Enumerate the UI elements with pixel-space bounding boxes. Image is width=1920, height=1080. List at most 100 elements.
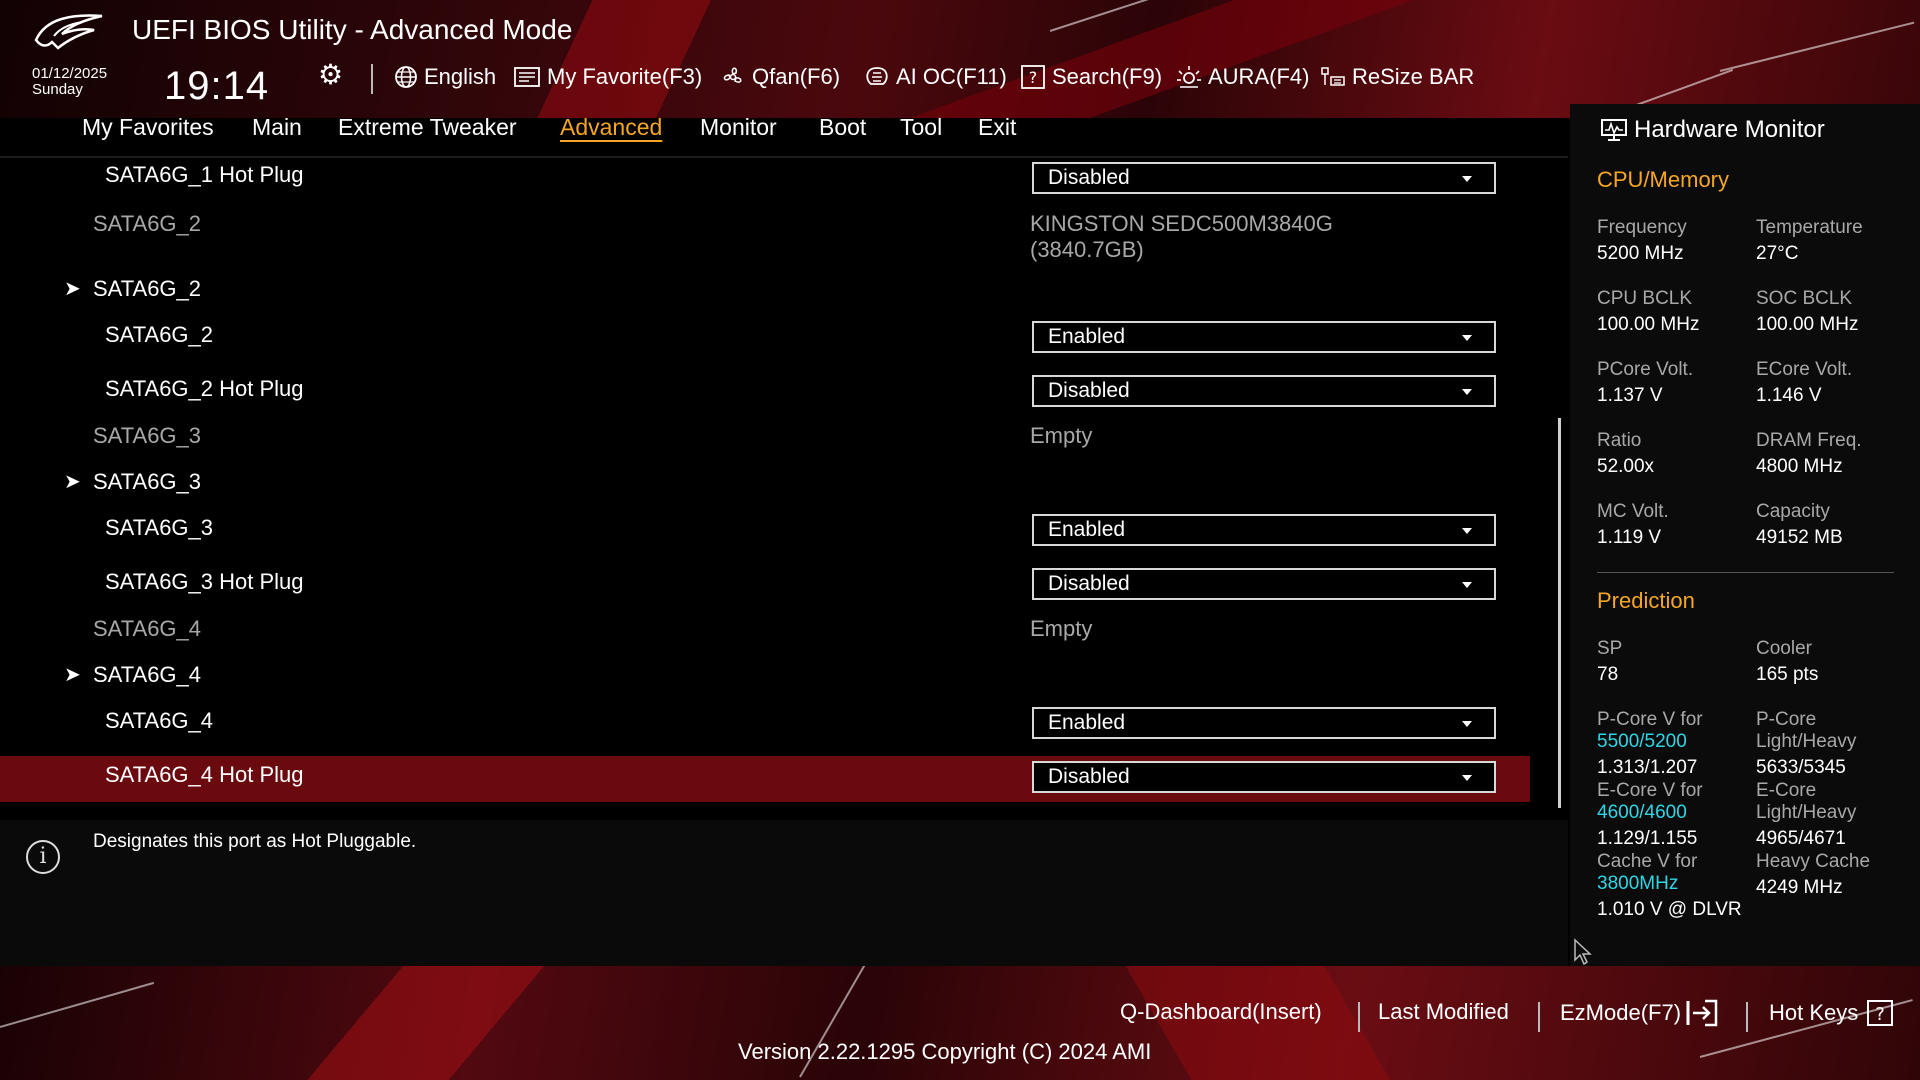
expand-arrow-icon: ➤ <box>64 278 81 300</box>
ecore-v-freq: 4600/4600 <box>1597 802 1687 823</box>
ecore-volt-label: ECore Volt. <box>1756 359 1853 380</box>
ezmode-label: EzMode(F7) <box>1560 1000 1682 1025</box>
clock-display[interactable]: 19:14 <box>164 64 269 109</box>
sata3-group-label[interactable]: SATA6G_3 <box>93 469 201 495</box>
ai-oc-label: AI OC(F11) <box>896 64 1007 89</box>
prediction-section-title: Prediction <box>1597 588 1695 613</box>
footer-divider <box>1746 1002 1748 1032</box>
sata4-info-label: SATA6G_4 <box>93 616 202 641</box>
my-favorite-button[interactable]: My Favorite(F3) <box>513 62 702 92</box>
sp-label: SP <box>1597 638 1623 659</box>
sata2-port-label[interactable]: SATA6G_2 <box>105 322 213 348</box>
sata4-group-label[interactable]: SATA6G_4 <box>93 662 201 688</box>
sata3-port-dropdown[interactable]: Enabled <box>1032 514 1496 546</box>
sata2-group-label[interactable]: SATA6G_2 <box>93 276 201 302</box>
ecore-v-label: E-Core V for <box>1597 780 1703 801</box>
svg-text:?: ? <box>1875 1004 1885 1025</box>
footer-divider <box>1358 1002 1360 1032</box>
search-button[interactable]: ? Search(F9) <box>1020 62 1162 92</box>
soc-bclk-value: 100.00 MHz <box>1756 314 1859 335</box>
ecore-volt-value: 1.146 V <box>1756 385 1822 406</box>
tab-main[interactable]: Main <box>252 114 302 141</box>
capacity-label: Capacity <box>1756 501 1830 522</box>
sata1-hotplug-dropdown[interactable]: Disabled <box>1032 162 1496 194</box>
ecore-v-value: 1.129/1.155 <box>1597 828 1698 849</box>
dropdown-value: Enabled <box>1048 518 1126 541</box>
dropdown-value: Disabled <box>1048 572 1130 595</box>
ratio-value: 52.00x <box>1597 456 1655 477</box>
sata3-info-label: SATA6G_3 <box>93 423 202 448</box>
ai-oc-button[interactable]: AI OC(F11) <box>864 62 1007 92</box>
cooler-value: 165 pts <box>1756 664 1819 685</box>
sata3-hotplug-dropdown[interactable]: Disabled <box>1032 568 1496 600</box>
expand-arrow-icon: ➤ <box>64 664 81 686</box>
dropdown-value: Enabled <box>1048 711 1126 734</box>
cache-v-freq: 3800MHz <box>1597 873 1679 894</box>
ecore-lh-label1: E-Core <box>1756 780 1817 801</box>
sata4-hotplug-label[interactable]: SATA6G_4 Hot Plug <box>105 762 304 788</box>
sata2-hotplug-dropdown[interactable]: Disabled <box>1032 375 1496 407</box>
language-label: English <box>424 64 497 89</box>
last-modified-button[interactable]: Last Modified <box>1378 999 1509 1025</box>
capacity-value: 49152 MB <box>1756 527 1843 548</box>
toolbar-divider <box>371 64 373 94</box>
caret-down-icon <box>1462 775 1472 781</box>
sata4-port-dropdown[interactable]: Enabled <box>1032 707 1496 739</box>
aura-label: AURA(F4) <box>1208 64 1310 89</box>
scrollbar[interactable] <box>1558 418 1561 808</box>
search-question-icon: ? <box>1020 64 1046 90</box>
sata4-hotplug-dropdown[interactable]: Disabled <box>1032 761 1496 793</box>
pcore-v-value: 1.313/1.207 <box>1597 757 1698 778</box>
tab-advanced[interactable]: Advanced <box>560 114 662 141</box>
search-label: Search(F9) <box>1052 64 1163 89</box>
sata2-port-dropdown[interactable]: Enabled <box>1032 321 1496 353</box>
hardware-monitor-title: Hardware Monitor <box>1634 116 1825 143</box>
ezmode-button[interactable]: EzMode(F7) <box>1560 999 1719 1027</box>
sata1-hotplug-label[interactable]: SATA6G_1 Hot Plug <box>105 162 304 188</box>
temperature-value: 27°C <box>1756 243 1799 264</box>
ecore-lh-label2: Light/Heavy <box>1756 802 1857 823</box>
app-title: UEFI BIOS Utility - Advanced Mode <box>132 14 573 45</box>
tab-exit[interactable]: Exit <box>978 114 1016 141</box>
sata2-hotplug-label[interactable]: SATA6G_2 Hot Plug <box>105 376 304 402</box>
tab-extreme-tweaker[interactable]: Extreme Tweaker <box>338 114 517 141</box>
soc-bclk-label: SOC BCLK <box>1756 288 1853 309</box>
tab-tool[interactable]: Tool <box>900 114 942 141</box>
cpu-memory-section-title: CPU/Memory <box>1597 167 1730 192</box>
sata3-port-label[interactable]: SATA6G_3 <box>105 515 213 541</box>
globe-icon <box>394 65 418 89</box>
heavy-cache-value: 4249 MHz <box>1756 877 1843 898</box>
mc-volt-label: MC Volt. <box>1597 501 1669 522</box>
tab-my-favorites[interactable]: My Favorites <box>82 114 214 141</box>
date-display: 01/12/2025 Sunday <box>32 66 107 98</box>
rog-logo-icon <box>34 14 103 50</box>
day-text: Sunday <box>32 81 83 98</box>
favorite-icon <box>513 65 541 89</box>
gear-icon[interactable]: ⚙ <box>318 58 343 91</box>
pcore-v-freq: 5500/5200 <box>1597 731 1687 752</box>
my-favorite-label: My Favorite(F3) <box>547 64 703 89</box>
hot-keys-button[interactable]: Hot Keys ? <box>1769 999 1894 1027</box>
expand-arrow-icon: ➤ <box>64 471 81 493</box>
dropdown-value: Enabled <box>1048 325 1126 348</box>
fan-icon <box>720 65 746 89</box>
sata4-port-label[interactable]: SATA6G_4 <box>105 708 213 734</box>
sata3-hotplug-label[interactable]: SATA6G_3 Hot Plug <box>105 569 304 595</box>
resize-bar-label: ReSize BAR <box>1352 64 1475 89</box>
ecore-lh-value: 4965/4671 <box>1756 828 1846 849</box>
cooler-label: Cooler <box>1756 638 1812 659</box>
caret-down-icon <box>1462 721 1472 727</box>
caret-down-icon <box>1462 335 1472 341</box>
sata2-device-size: (3840.7GB) <box>1030 237 1144 262</box>
tab-monitor[interactable]: Monitor <box>700 114 777 141</box>
qfan-button[interactable]: Qfan(F6) <box>720 62 840 92</box>
version-text: Version 2.22.1295 Copyright (C) 2024 AMI <box>738 1039 1152 1064</box>
caret-down-icon <box>1462 389 1472 395</box>
language-button[interactable]: English <box>394 62 496 92</box>
tab-boot[interactable]: Boot <box>819 114 866 141</box>
q-dashboard-button[interactable]: Q-Dashboard(Insert) <box>1120 999 1322 1025</box>
caret-down-icon <box>1462 582 1472 588</box>
aura-button[interactable]: AURA(F4) <box>1176 62 1309 92</box>
resize-bar-button[interactable]: ReSize BAR <box>1320 62 1474 92</box>
help-text: Designates this port as Hot Pluggable. <box>93 831 417 852</box>
